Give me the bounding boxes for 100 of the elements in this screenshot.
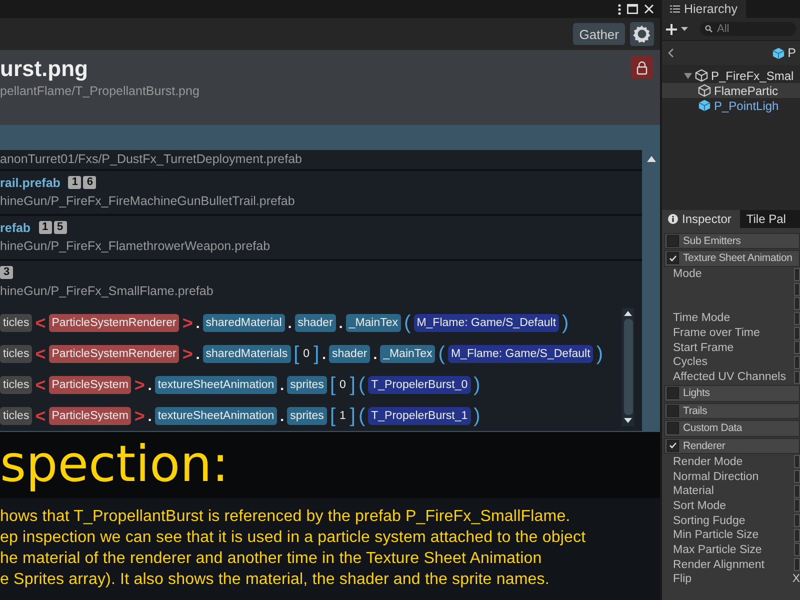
property-field[interactable] (794, 528, 800, 542)
prefab-cube-icon (772, 46, 785, 60)
expand-arrow-icon[interactable] (684, 72, 692, 80)
dot-separator: . (280, 378, 284, 392)
module-header[interactable]: Renderer (664, 438, 800, 454)
property-field[interactable] (794, 499, 800, 512)
more-options-icon[interactable] (618, 4, 621, 14)
parenthesis: ( (358, 406, 366, 426)
dot-separator: . (373, 347, 378, 361)
component-tag: ParticleSystemRenderer (48, 314, 180, 332)
caret-icon[interactable] (681, 27, 688, 31)
checkbox[interactable] (667, 234, 679, 247)
member-tag: _MainTex (380, 345, 436, 363)
property-field[interactable] (794, 356, 800, 369)
gear-icon (632, 24, 652, 44)
add-icon[interactable] (666, 24, 677, 34)
member-tag: textureSheetAnimation (154, 376, 278, 394)
property-field[interactable] (794, 312, 800, 325)
hierarchy-tab[interactable]: Hierarchy (662, 0, 746, 18)
close-icon[interactable] (644, 4, 654, 14)
parenthesis: ( (404, 313, 411, 333)
tree-item[interactable]: P_FireFx_Smal (662, 68, 800, 83)
property-label: Material (673, 485, 714, 498)
count-badge: 5 (54, 221, 67, 234)
module-header[interactable]: Texture Sheet Animation (664, 250, 800, 266)
module-header[interactable]: Sub Emitters (664, 232, 800, 249)
tree-item[interactable]: P_PointLigh (662, 98, 800, 113)
breadcrumb[interactable]: P (788, 46, 796, 60)
property-field[interactable] (794, 268, 800, 281)
reference-row[interactable] (0, 261, 642, 431)
scroll-down-icon[interactable] (624, 418, 632, 424)
property-field[interactable] (794, 484, 800, 498)
checkbox[interactable] (667, 422, 679, 434)
property-label: Mode (673, 268, 702, 280)
inspector-tab[interactable]: Inspector (662, 210, 740, 228)
property-field[interactable] (794, 543, 800, 556)
module-header[interactable]: Custom Data (664, 420, 800, 436)
angle-bracket: < (35, 316, 46, 330)
module-header[interactable]: Lights (664, 385, 800, 402)
count-badge: 3 (0, 266, 13, 279)
scroll-up-icon[interactable] (646, 156, 656, 162)
checkbox[interactable] (667, 252, 679, 264)
property-field[interactable] (794, 470, 800, 484)
module-header[interactable]: Trails (664, 402, 800, 419)
property-label: Sorting Fudge (673, 514, 746, 527)
property-field[interactable] (794, 341, 800, 354)
component-tag: ParticleSystemRenderer (48, 345, 180, 363)
prefab-path: hineGun/P_FireFx_FireMachineGunBulletTrail.prefab (0, 193, 296, 209)
prefab-path: hineGun/P_FireFx_SmallFlame.prefab (0, 283, 214, 299)
angle-bracket: < (35, 409, 46, 423)
property-label: Min Particle Size (673, 529, 759, 542)
property-field[interactable] (794, 558, 800, 572)
checkbox[interactable] (667, 387, 679, 400)
object-tag: ticles (0, 407, 32, 425)
property-field[interactable] (794, 370, 800, 384)
member-tag: textureSheetAnimation (154, 407, 278, 425)
value-tag: T_PropelerBurst_1 (368, 407, 471, 425)
property-label: Start Frame (673, 342, 734, 354)
prefab-path: anonTurret01/Fxs/P_DustFx_TurretDeployment.prefab (0, 151, 303, 167)
tree-item[interactable]: FlamePartic (662, 83, 800, 98)
prefab-name: rail.prefab (0, 176, 60, 190)
reference-row[interactable]: rail.prefab 1 6 hineGun/P_FireFx_FireMachineGunBulletTrail.prefab (0, 171, 642, 214)
value-tag: M_Flame: Game/S_Default (414, 314, 560, 332)
index-bracket: [ (330, 406, 336, 426)
reference-row[interactable]: anonTurret01/Fxs/P_DustFx_TurretDeployment.prefab (0, 150, 642, 169)
maximize-icon[interactable] (627, 4, 638, 14)
search-field[interactable]: All (700, 22, 796, 36)
property-label: Render Alignment (673, 558, 764, 571)
dot-separator: . (196, 347, 200, 361)
lock-button[interactable] (631, 56, 653, 79)
dot-separator: . (338, 316, 343, 330)
gather-button[interactable]: Gather (573, 23, 625, 45)
property-label: Render Mode (673, 456, 743, 468)
property-field[interactable] (794, 297, 800, 310)
checkbox[interactable] (667, 404, 679, 417)
reference-row[interactable]: refab 1 5 hineGun/P_FireFx_FlamethrowerWeapon.prefab (0, 216, 642, 259)
index-number: 0 (338, 378, 347, 392)
property-field[interactable] (794, 326, 800, 340)
scroll-up-icon[interactable] (624, 310, 632, 316)
property-field[interactable] (794, 455, 800, 468)
back-icon[interactable] (668, 48, 674, 58)
checkbox[interactable] (667, 440, 679, 452)
index-bracket: ] (350, 375, 356, 395)
asset-title: urst.png (0, 56, 89, 82)
property-label: Sort Mode (673, 500, 726, 512)
lock-icon (636, 60, 648, 74)
inspector-tab[interactable]: Tile Pal (740, 210, 795, 228)
value-tag: M_Flame: Game/S_Default (448, 345, 594, 363)
index-bracket: ] (350, 406, 356, 426)
angle-bracket: > (182, 347, 193, 361)
member-tag: sprites (287, 376, 327, 394)
scrollbar[interactable] (622, 308, 634, 426)
property-field[interactable] (794, 282, 800, 296)
component-tag: ParticleSystem (48, 376, 132, 394)
count-badge: 1 (38, 221, 52, 234)
caption-heading: spection: (0, 432, 660, 498)
property-field[interactable] (794, 514, 800, 528)
search-input[interactable]: All (717, 23, 777, 35)
object-tag: ticles (0, 314, 32, 332)
settings-button[interactable] (630, 22, 654, 46)
